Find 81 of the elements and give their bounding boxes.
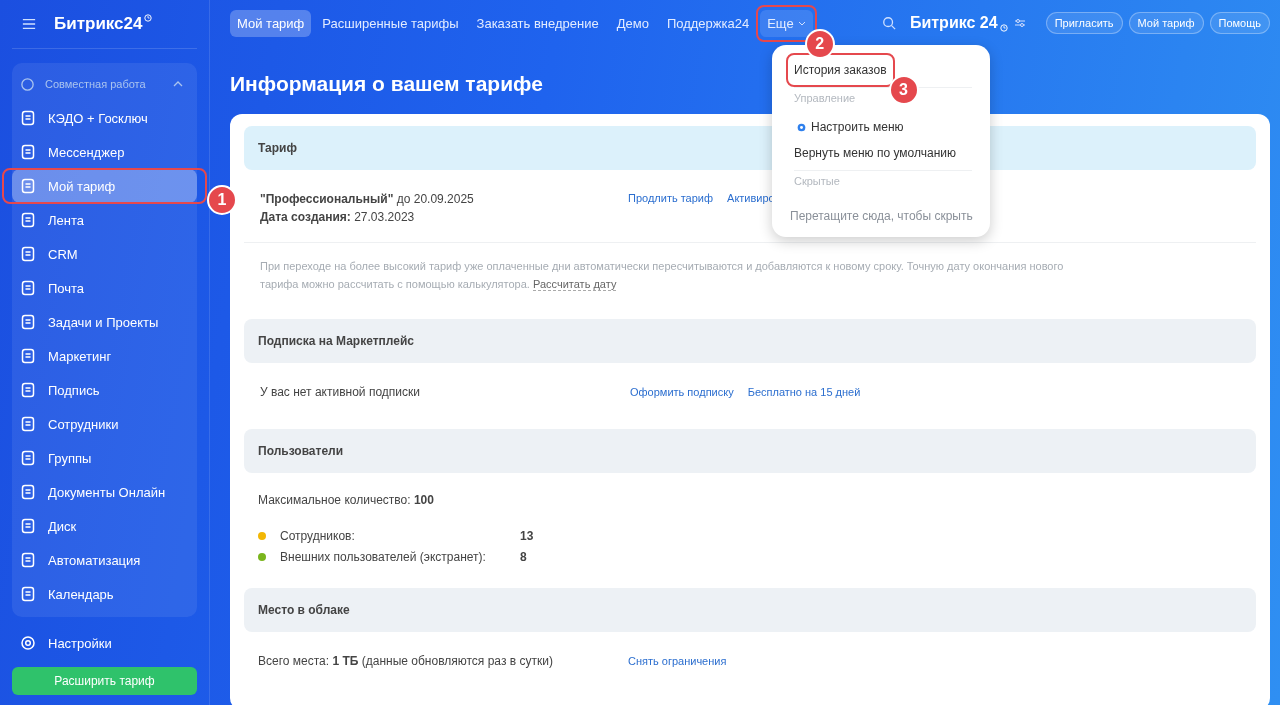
sidebar-item[interactable]: Мой тариф bbox=[12, 169, 197, 203]
user-count: 8 bbox=[520, 550, 527, 564]
link[interactable]: Активиро bbox=[727, 192, 775, 224]
people-icon bbox=[20, 76, 35, 92]
menu-icon[interactable] bbox=[22, 18, 36, 30]
sidebar-item[interactable]: КЭДО + Госключ bbox=[12, 101, 197, 135]
menu-item[interactable]: История заказов bbox=[790, 57, 891, 83]
sidebar-item[interactable]: Почта bbox=[12, 271, 197, 305]
item-icon bbox=[20, 280, 36, 296]
item-icon bbox=[20, 178, 36, 194]
sidebar-item[interactable]: CRM bbox=[12, 237, 197, 271]
item-icon bbox=[20, 450, 36, 466]
logo: Битрикс 24 bbox=[909, 14, 998, 32]
sidebar-item[interactable]: Диск bbox=[12, 509, 197, 543]
group-header[interactable]: Совместная работа bbox=[12, 67, 197, 101]
clock-icon bbox=[999, 24, 1008, 32]
link[interactable]: Оформить подписку bbox=[630, 386, 734, 398]
nav-tab[interactable]: Еще bbox=[760, 9, 813, 37]
nav-tab[interactable]: Заказать внедрение bbox=[469, 9, 606, 37]
sidebar-item[interactable]: Маркетинг bbox=[12, 339, 197, 373]
link[interactable]: Бесплатно на 15 дней bbox=[747, 386, 861, 398]
menu-hint: Перетащите сюда, чтобы скрыть bbox=[789, 208, 974, 223]
creation-date: Дата создания: 27.03.2023 bbox=[260, 210, 416, 224]
search-icon[interactable] bbox=[881, 16, 896, 30]
logo: Битрикс24 bbox=[54, 14, 143, 34]
item-icon bbox=[20, 212, 36, 228]
sidebar-item[interactable]: Документы Онлайн bbox=[12, 475, 197, 509]
link[interactable]: Рассчитать дату bbox=[532, 278, 617, 291]
sidebar-item[interactable]: Задачи и Проекты bbox=[12, 305, 197, 339]
item-icon bbox=[20, 348, 36, 364]
sidebar-item[interactable]: Лента bbox=[12, 203, 197, 237]
menu-item[interactable]: Вернуть меню по умолчанию bbox=[790, 140, 960, 166]
sliders-icon[interactable] bbox=[1013, 18, 1026, 28]
info-note: При переходе на более высокий тариф уже оплаченные дни автоматически пересчитываются и добавляются к новому сроку. Точную дату окончания нового тарифа можно рассчитать с помощью калькулятора. Рассчитать дату bbox=[260, 259, 1065, 293]
nav-tab[interactable]: Мой тариф bbox=[230, 9, 312, 37]
link[interactable]: Снять ограничения bbox=[628, 655, 727, 667]
step-number: 1 bbox=[207, 185, 237, 215]
tariff-name: "Профессиональный" до 20.09.2025 bbox=[260, 192, 475, 206]
user-type: Внешних пользователей (экстранет): bbox=[280, 550, 487, 564]
nav-tab[interactable]: Поддержка24 bbox=[659, 9, 757, 37]
sidebar-item[interactable]: Подпись bbox=[12, 373, 197, 407]
storage-total: Всего места: 1 ТБ (данные обновляются раз в сутки) bbox=[258, 654, 554, 668]
subscription-status: У вас нет активной подписки bbox=[260, 385, 421, 399]
item-icon bbox=[20, 416, 36, 432]
header-button[interactable]: Пригласить bbox=[1045, 12, 1123, 34]
chevron-icon bbox=[173, 81, 183, 87]
link[interactable]: Продлить тариф bbox=[628, 192, 714, 224]
header-button[interactable]: Мой тариф bbox=[1128, 12, 1204, 34]
user-count: 13 bbox=[520, 529, 534, 543]
page-title: Информация о вашем тарифе bbox=[230, 72, 543, 96]
section-header: Пользователи bbox=[244, 429, 1256, 473]
sidebar-item[interactable]: Сотрудники bbox=[12, 407, 197, 441]
section-header: Подписка на Маркетплейс bbox=[244, 319, 1256, 363]
sidebar-item[interactable]: Календарь bbox=[12, 577, 197, 611]
item-icon bbox=[20, 518, 36, 534]
settings-item[interactable]: Настройки bbox=[12, 627, 197, 659]
item-icon bbox=[20, 314, 36, 330]
section-header: Место в облаке bbox=[244, 588, 1256, 632]
item-icon bbox=[20, 552, 36, 568]
settings-icon bbox=[20, 635, 36, 651]
nav-tab[interactable]: Расширенные тарифы bbox=[315, 9, 466, 37]
menu-section-label: Управление bbox=[794, 92, 856, 104]
user-type: Сотрудников: bbox=[280, 529, 356, 543]
sidebar-item[interactable]: Автоматизация bbox=[12, 543, 197, 577]
menu-section-label: Скрытые bbox=[794, 175, 840, 187]
item-icon bbox=[20, 110, 36, 126]
header-button[interactable]: Помощь bbox=[1209, 12, 1270, 34]
item-icon bbox=[20, 382, 36, 398]
item-icon bbox=[20, 144, 36, 160]
nav-tab[interactable]: Демо bbox=[609, 9, 656, 37]
max-users: Максимальное количество: 100 bbox=[257, 492, 435, 507]
item-icon bbox=[20, 246, 36, 262]
clock-icon bbox=[144, 14, 153, 22]
sidebar-item[interactable]: Мессенджер bbox=[12, 135, 197, 169]
step-number: 3 bbox=[888, 75, 919, 105]
step-number: 2 bbox=[804, 28, 835, 59]
sidebar-item[interactable]: Группы bbox=[12, 441, 197, 475]
gear-icon bbox=[796, 121, 807, 133]
item-icon bbox=[20, 586, 36, 602]
item-icon bbox=[20, 484, 36, 500]
caret-icon bbox=[797, 20, 806, 26]
